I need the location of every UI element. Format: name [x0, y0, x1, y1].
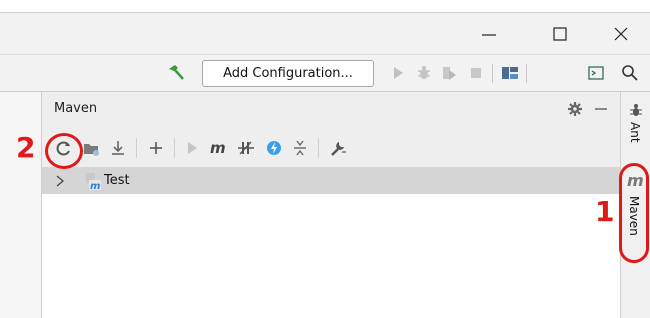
svg-text:m: m	[90, 181, 100, 191]
close-icon	[614, 27, 628, 41]
collapse-all-icon[interactable]	[290, 138, 310, 158]
annotation-circle-maven-tab	[619, 163, 649, 263]
minimize-icon	[482, 34, 496, 36]
download-icon[interactable]	[108, 138, 128, 158]
terminal-icon[interactable]	[586, 63, 606, 83]
main-toolbar: Add Configuration...	[0, 54, 650, 92]
toolbar-separator	[174, 138, 175, 158]
maximize-button[interactable]	[537, 13, 583, 55]
search-icon[interactable]	[620, 63, 640, 83]
annotation-number-1: 1	[595, 195, 615, 228]
execute-goal-icon[interactable]: m	[208, 138, 228, 158]
maximize-icon	[553, 27, 567, 41]
close-button[interactable]	[598, 13, 644, 55]
ant-icon	[628, 102, 644, 118]
annotation-number-2: 2	[16, 131, 36, 164]
generate-sources-icon[interactable]	[82, 138, 102, 158]
toolbar-separator	[492, 64, 493, 83]
toolbar-separator	[318, 138, 319, 158]
tree-row-test-project[interactable]: m Test	[42, 168, 620, 194]
toggle-offline-icon[interactable]	[236, 138, 256, 158]
add-configuration-button[interactable]: Add Configuration...	[202, 60, 374, 87]
debug-icon[interactable]	[414, 63, 434, 83]
hide-panel-icon[interactable]	[592, 100, 610, 118]
svg-text:m: m	[210, 139, 226, 157]
run-with-coverage-icon[interactable]	[440, 63, 460, 83]
tree-item-label: Test	[104, 173, 130, 188]
add-icon[interactable]	[146, 138, 166, 158]
panel-header: Maven	[42, 92, 620, 128]
skip-tests-icon[interactable]	[264, 138, 284, 158]
maven-tool-window: Maven m m Test	[42, 92, 620, 318]
toolbar-separator	[136, 138, 137, 158]
maven-project-icon: m	[82, 171, 102, 192]
build-hammer-icon[interactable]	[166, 63, 186, 83]
gear-icon[interactable]	[566, 100, 584, 118]
maven-toolbar: m	[42, 128, 620, 168]
stop-icon[interactable]	[466, 63, 486, 83]
panel-title: Maven	[54, 101, 98, 116]
run-icon[interactable]	[182, 138, 202, 158]
settings-wrench-icon[interactable]	[328, 138, 348, 158]
tab-ant[interactable]: Ant	[628, 122, 642, 143]
chevron-right-icon[interactable]	[54, 174, 66, 188]
toolbar-separator	[526, 64, 527, 83]
annotation-circle-reload	[45, 133, 83, 169]
editor-gutter	[0, 92, 42, 318]
run-icon[interactable]	[388, 63, 408, 83]
project-structure-icon[interactable]	[500, 63, 520, 83]
minimize-button[interactable]	[466, 13, 512, 55]
window-titlebar	[0, 12, 650, 54]
